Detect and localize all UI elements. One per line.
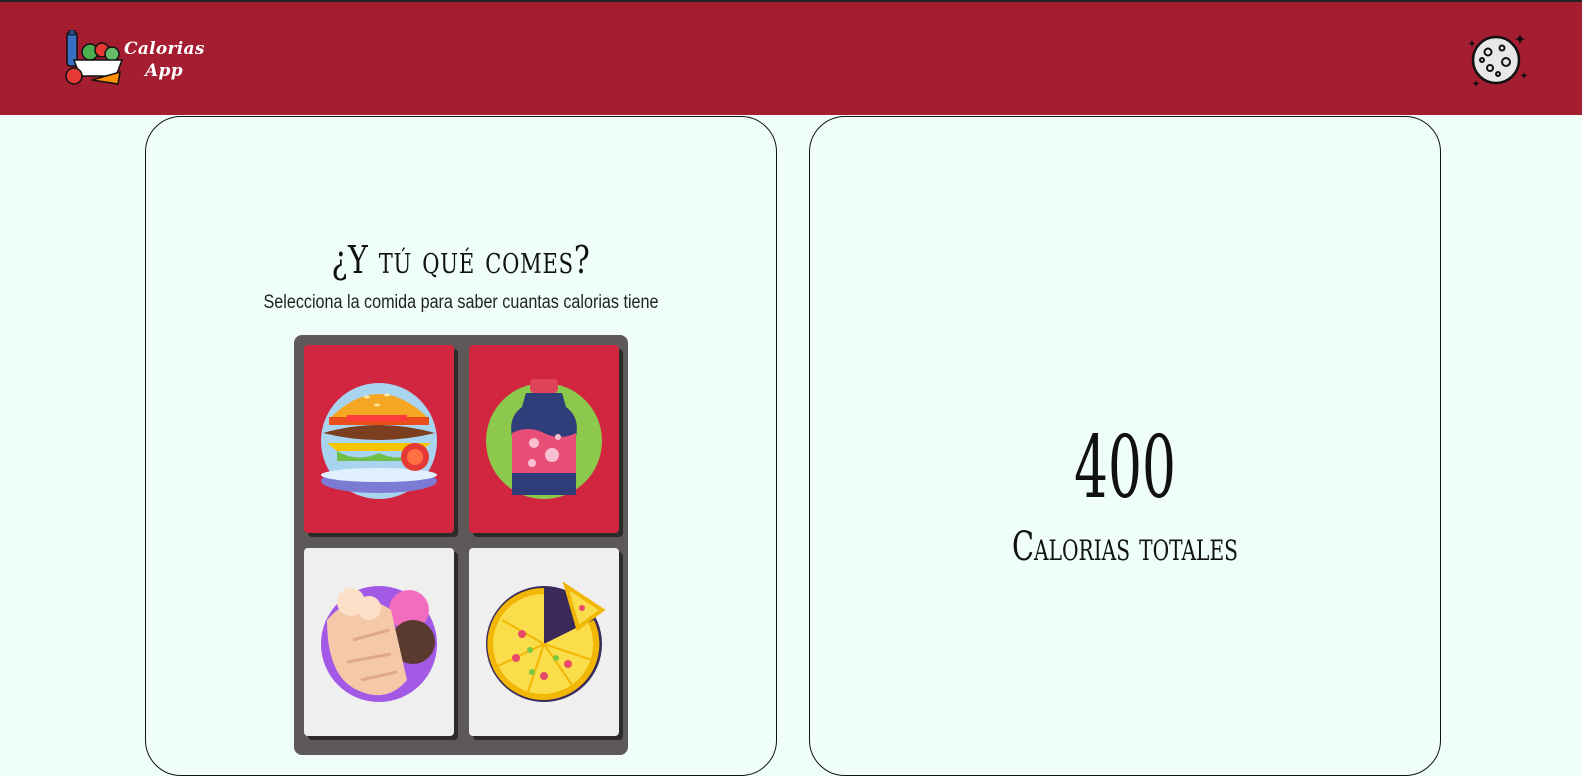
pizza-icon [486, 581, 606, 702]
app-header: Calorias App [0, 2, 1582, 115]
logo-text: Calorias App [124, 38, 204, 82]
food-tile-burger[interactable] [304, 345, 454, 533]
calorie-total-label: Calorias totales [1012, 524, 1238, 570]
burger-icon [321, 383, 437, 499]
moon-icon [1468, 34, 1528, 87]
soda-bottle-icon [486, 379, 602, 499]
logo-text-line2: App [145, 61, 183, 81]
logo-text-line1: Calorias [124, 39, 205, 59]
food-basket-icon [65, 30, 124, 85]
theme-toggle-button[interactable] [1466, 28, 1528, 90]
food-tile-ice-cream[interactable] [304, 548, 454, 736]
selector-title: ¿Y tú qué comes? [331, 238, 591, 282]
app-logo[interactable]: Calorias App [62, 30, 204, 90]
food-tile-pizza[interactable] [469, 548, 619, 736]
ice-cream-icon [321, 586, 437, 702]
calorie-total-value: 400 [1074, 418, 1176, 518]
food-grid [294, 335, 628, 755]
food-tile-soda[interactable] [469, 345, 619, 533]
selector-subtitle: Selecciona la comida para saber cuantas … [263, 292, 659, 313]
